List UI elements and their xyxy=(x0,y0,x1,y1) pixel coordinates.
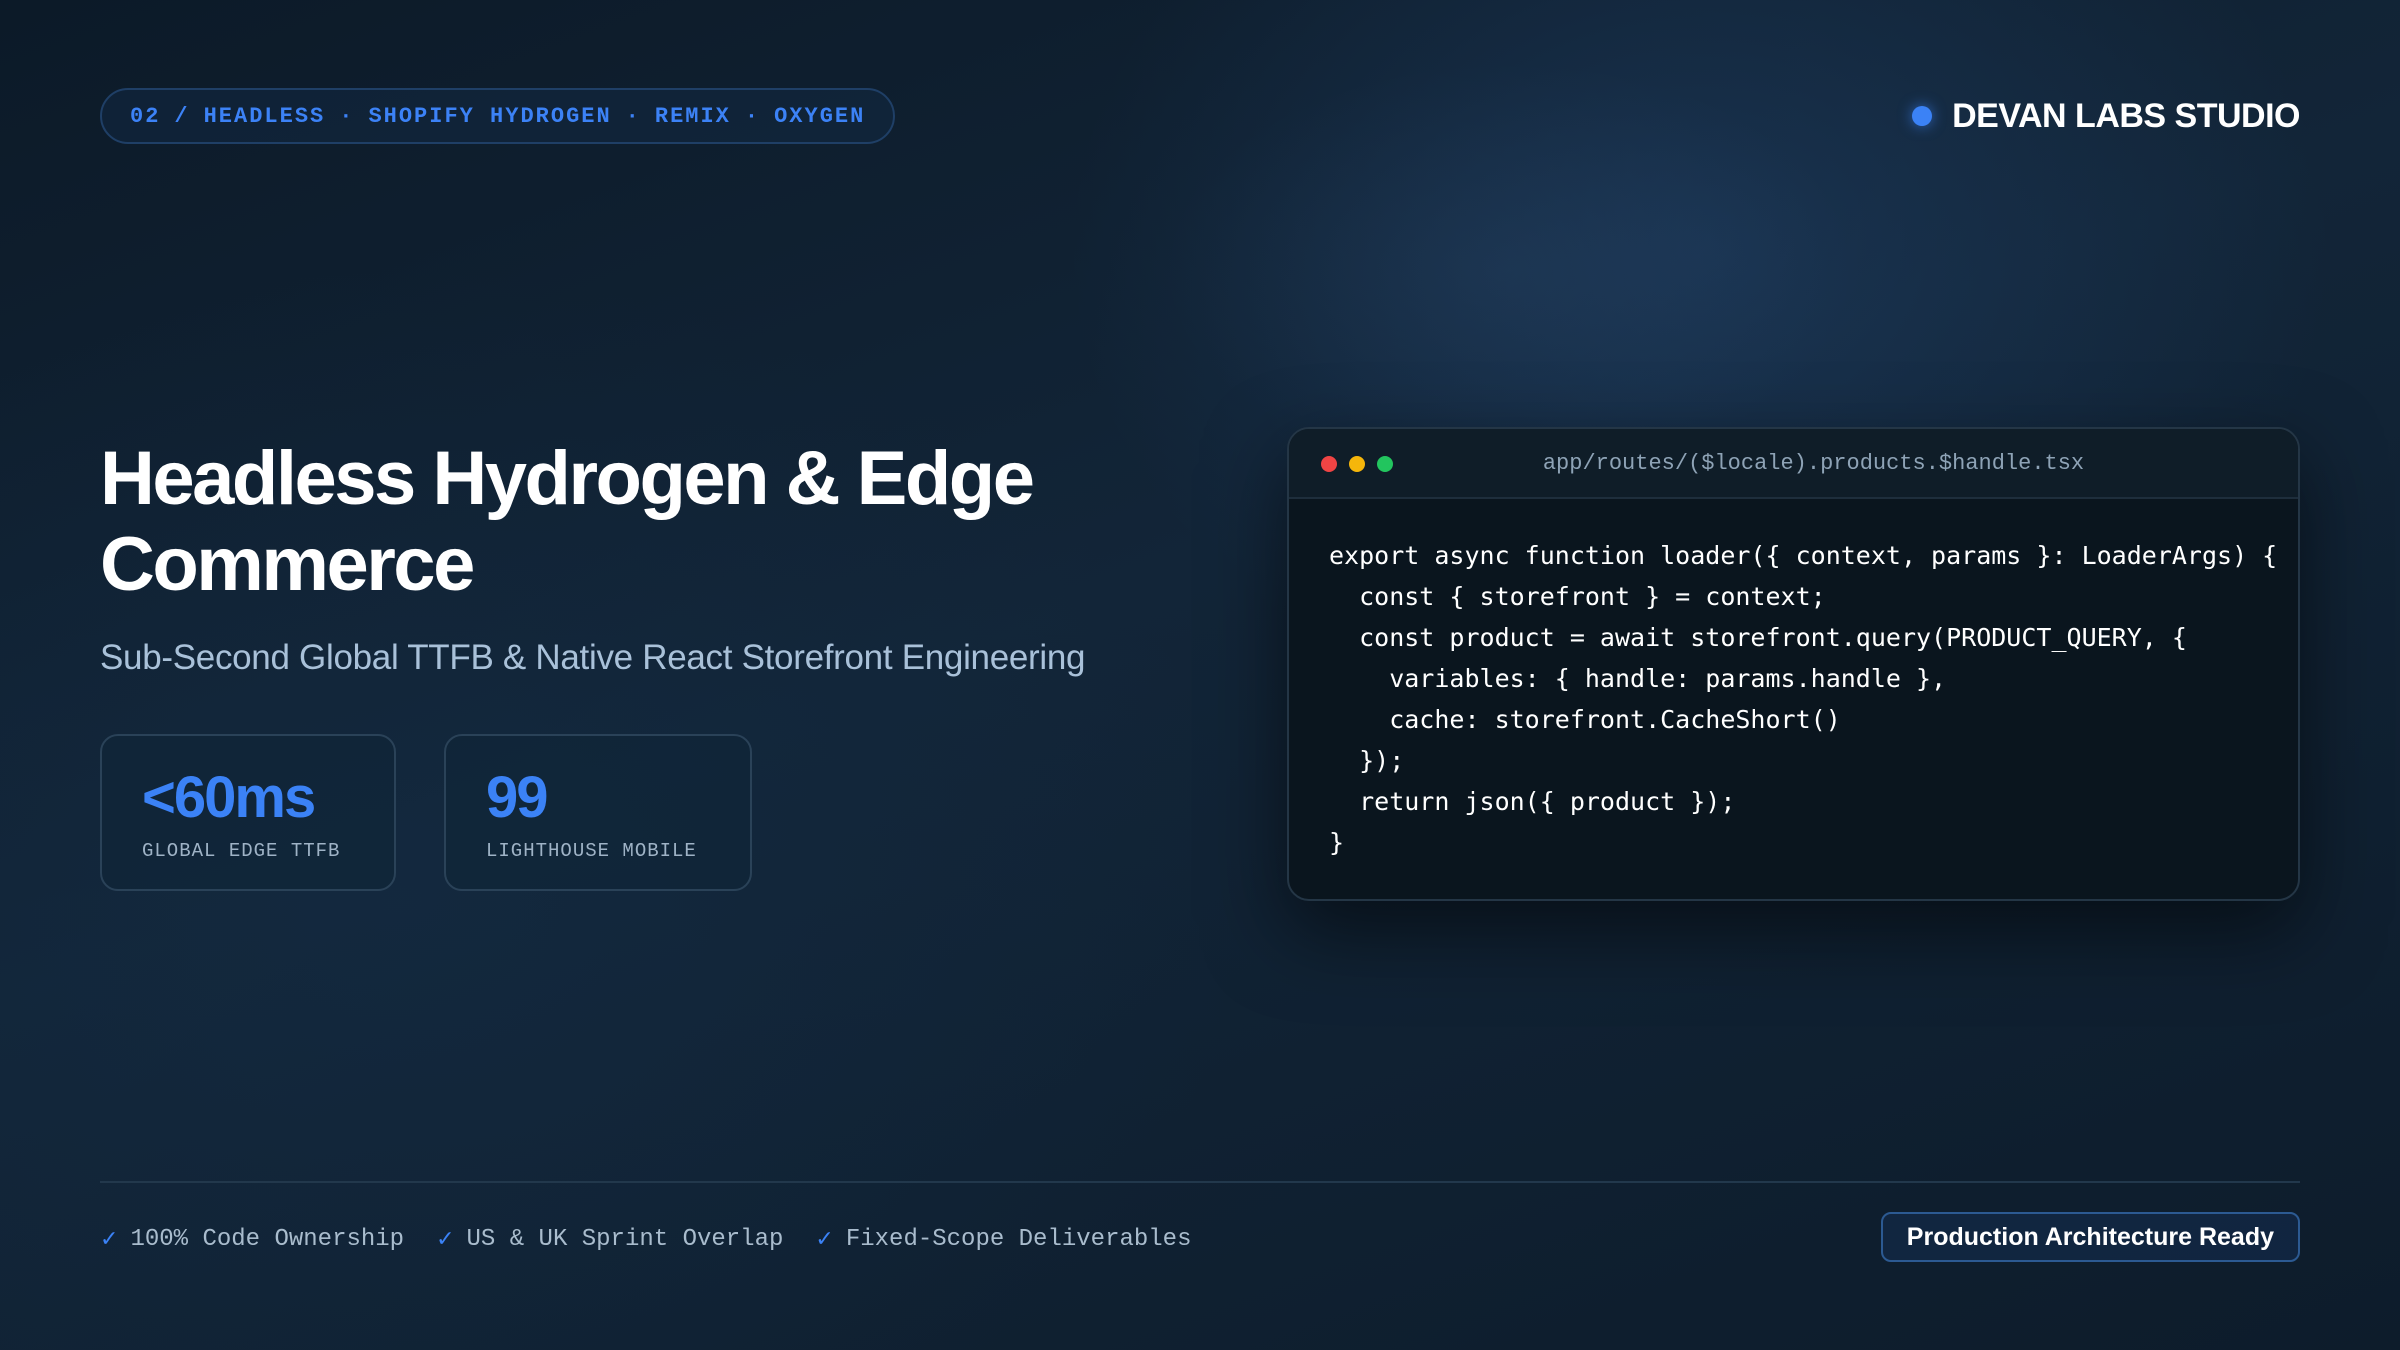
background-glow xyxy=(1160,60,1860,480)
page-title-line-1: Headless Hydrogen & Edge xyxy=(100,436,1035,521)
brand-dot-icon xyxy=(1912,106,1933,126)
page-title-line-2: Commerce xyxy=(100,522,475,607)
code-line: cache: storefront.CacheShort() xyxy=(1329,705,1841,734)
tag-separator: · xyxy=(625,103,641,129)
feature-list: ✓ 100% Code Ownership ✓ US & UK Sprint O… xyxy=(100,1222,1191,1256)
check-icon: ✓ xyxy=(436,1226,455,1252)
tag-oxygen: OXYGEN xyxy=(774,103,866,129)
section-number: 02 xyxy=(130,103,161,129)
check-icon: ✓ xyxy=(815,1226,834,1252)
code-line: return json({ product }); xyxy=(1329,787,1736,816)
check-icon: ✓ xyxy=(100,1226,119,1252)
brand-name: DEVAN LABS STUDIO xyxy=(1952,96,2300,135)
close-dot-icon xyxy=(1321,456,1337,472)
tag-separator: · xyxy=(339,103,355,129)
code-window-titlebar: app/routes/($locale).products.$handle.ts… xyxy=(1289,429,2298,499)
feature-label: US & UK Sprint Overlap xyxy=(466,1225,784,1253)
code-line: const { storefront } = context; xyxy=(1329,582,1826,611)
footer-divider xyxy=(100,1181,2300,1183)
stat-value: 99 xyxy=(486,765,549,830)
tag-remix: REMIX xyxy=(654,103,731,129)
section-slash: / xyxy=(174,103,190,129)
stat-value: <60ms xyxy=(142,765,316,830)
brand-logo: DEVAN LABS STUDIO xyxy=(1912,96,2300,136)
minimize-dot-icon xyxy=(1349,456,1365,472)
code-line: } xyxy=(1329,828,1345,857)
code-window: app/routes/($locale).products.$handle.ts… xyxy=(1287,427,2300,901)
section-tag-pill: 02 / HEADLESS · SHOPIFY HYDROGEN · REMIX… xyxy=(100,88,896,144)
page-title: Headless Hydrogen & Edge Commerce xyxy=(100,436,1120,608)
code-line: }); xyxy=(1329,746,1405,775)
stat-card-lighthouse: 99 LIGHTHOUSE MOBILE xyxy=(444,734,752,891)
window-controls xyxy=(1321,456,1393,472)
feature-label: 100% Code Ownership xyxy=(130,1225,405,1253)
page-subtitle: Sub-Second Global TTFB & Native React St… xyxy=(100,638,1086,677)
code-line: variables: { handle: params.handle }, xyxy=(1329,664,1947,693)
code-filename: app/routes/($locale).products.$handle.ts… xyxy=(1542,450,2085,476)
feature-item: ✓ US & UK Sprint Overlap xyxy=(436,1226,783,1253)
code-line: export async function loader({ context, … xyxy=(1329,541,2278,570)
status-badge: Production Architecture Ready xyxy=(1880,1212,2300,1262)
code-line: const product = await storefront.query(P… xyxy=(1329,623,2187,652)
tag-headless: HEADLESS xyxy=(203,103,326,129)
feature-item: ✓ Fixed-Scope Deliverables xyxy=(815,1226,1191,1253)
tag-separator: · xyxy=(744,103,761,129)
feature-item: ✓ 100% Code Ownership xyxy=(100,1226,404,1253)
stat-label: LIGHTHOUSE MOBILE xyxy=(486,840,697,862)
code-body: export async function loader({ context, … xyxy=(1289,499,2298,863)
stat-card-ttfb: <60ms GLOBAL EDGE TTFB xyxy=(100,734,396,891)
tag-shopify-hydrogen: SHOPIFY HYDROGEN xyxy=(368,103,612,129)
maximize-dot-icon xyxy=(1377,456,1393,472)
feature-label: Fixed-Scope Deliverables xyxy=(845,1225,1192,1253)
stat-label: GLOBAL EDGE TTFB xyxy=(142,840,341,862)
